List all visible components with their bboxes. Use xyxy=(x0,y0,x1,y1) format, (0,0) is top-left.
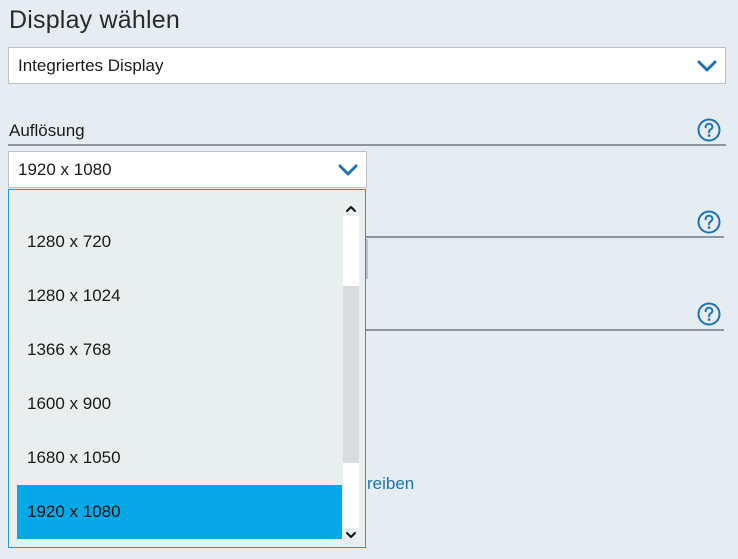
help-icon[interactable] xyxy=(697,210,721,234)
scroll-thumb[interactable] xyxy=(343,286,359,463)
hidden-control-edge xyxy=(366,239,368,279)
resolution-select[interactable]: 1920 x 1080 xyxy=(8,151,367,188)
page-title: Display wählen xyxy=(9,6,180,34)
chevron-down-icon xyxy=(338,164,358,175)
scroll-up-icon[interactable] xyxy=(343,202,359,216)
resolution-divider xyxy=(8,144,726,146)
chevron-down-icon xyxy=(697,60,717,71)
setting-divider xyxy=(366,329,724,331)
list-item[interactable]: 1280 x 720 xyxy=(17,215,342,269)
display-settings-page: Display wählen Integriertes Display Aufl… xyxy=(0,0,738,559)
display-select-value: Integriertes Display xyxy=(18,55,164,75)
scrollbar[interactable] xyxy=(343,202,359,542)
list-item[interactable]: 1600 x 900 xyxy=(17,377,342,431)
resolution-select-value: 1920 x 1080 xyxy=(18,159,112,179)
partial-link[interactable]: reiben xyxy=(367,474,414,494)
display-select[interactable]: Integriertes Display xyxy=(8,47,726,84)
resolution-label: Auflösung xyxy=(9,121,85,140)
list-item[interactable]: 1366 x 768 xyxy=(17,323,342,377)
resolution-dropdown-list[interactable]: 1280 x 720 1280 x 1024 1366 x 768 1600 x… xyxy=(8,189,366,548)
scroll-down-icon[interactable] xyxy=(343,528,359,542)
help-icon[interactable] xyxy=(697,302,721,326)
setting-divider xyxy=(366,236,724,238)
list-item[interactable]: 1680 x 1050 xyxy=(17,431,342,485)
list-item[interactable]: 1280 x 1024 xyxy=(17,269,342,323)
list-item-selected[interactable]: 1920 x 1080 xyxy=(17,485,342,539)
help-icon[interactable] xyxy=(697,118,721,142)
